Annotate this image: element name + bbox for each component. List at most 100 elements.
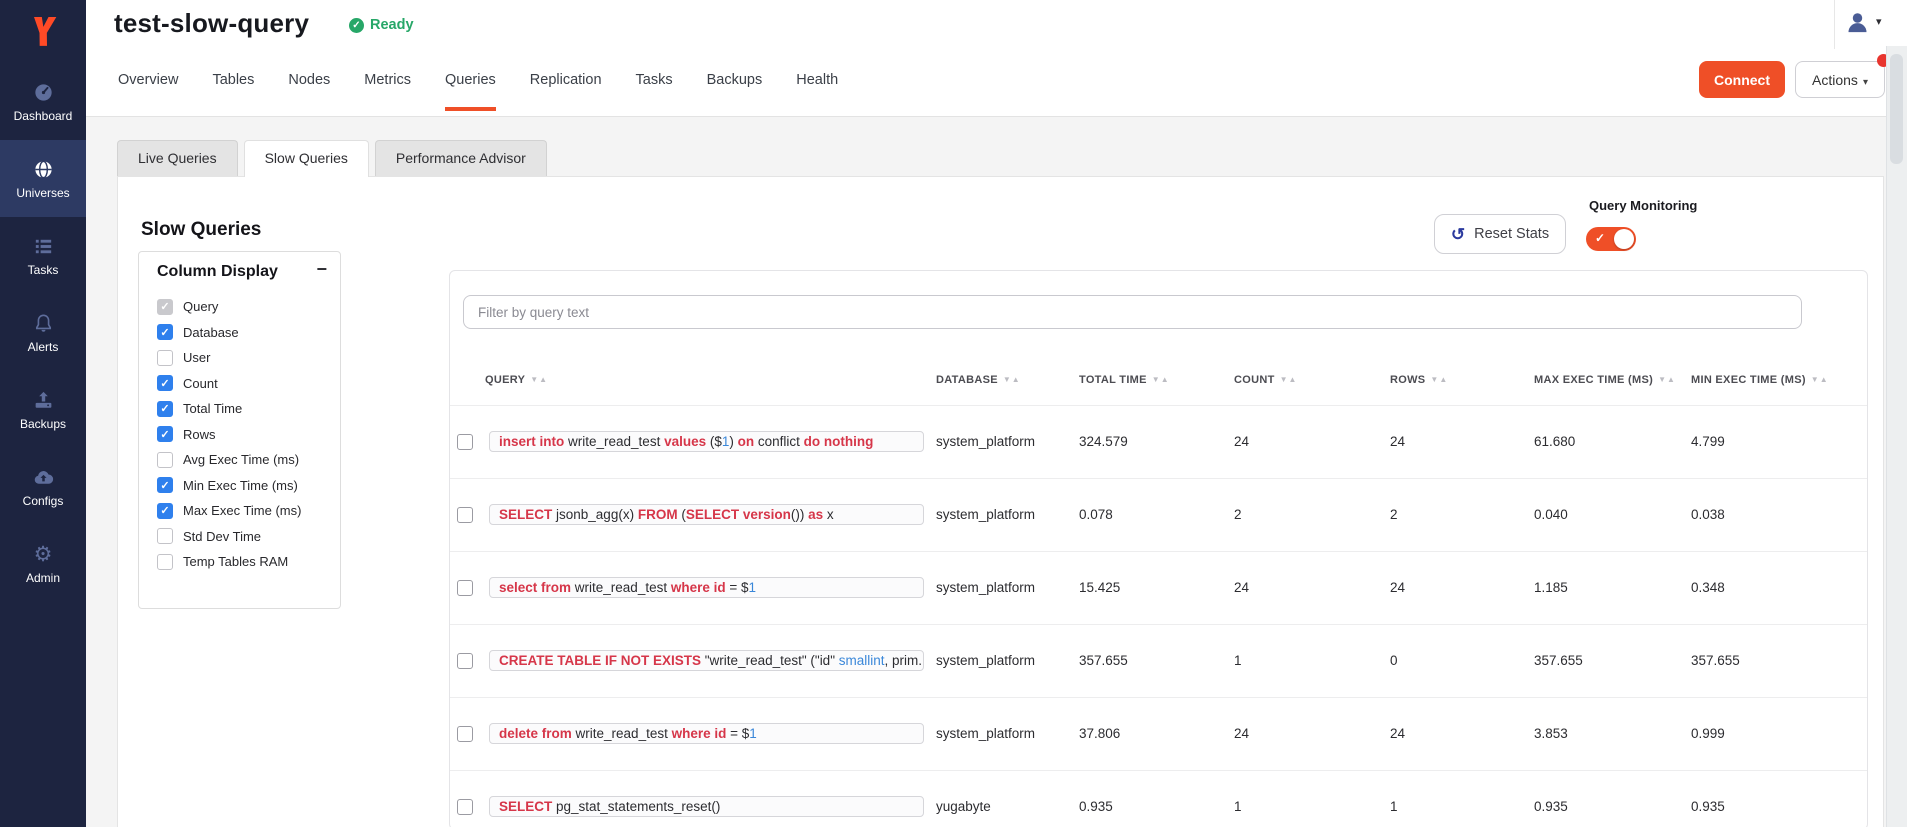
- column-display-title: Column Display: [157, 263, 278, 281]
- check-circle-icon: ✓: [349, 18, 364, 33]
- column-header-label: DATABASE: [936, 374, 998, 386]
- column-option-total-time[interactable]: ✓Total Time: [139, 396, 340, 422]
- column-header-max-exec-time-ms[interactable]: MAX EXEC TIME (MS) ▼▲: [1532, 355, 1689, 405]
- actions-button[interactable]: Actions▾: [1795, 61, 1885, 98]
- sort-arrows-icon[interactable]: ▼▲: [1658, 375, 1676, 384]
- cell-rows: 24: [1388, 405, 1532, 478]
- query-text-box[interactable]: select from write_read_test where id = $…: [489, 577, 924, 598]
- tab-tables[interactable]: Tables: [195, 58, 271, 117]
- table-row: delete from write_read_test where id = $…: [450, 697, 1867, 770]
- column-option-temp-tables-ram[interactable]: Temp Tables RAM: [139, 549, 340, 575]
- query-text-box[interactable]: SELECT jsonb_agg(x) FROM (SELECT version…: [489, 504, 924, 525]
- scrollbar-thumb[interactable]: [1890, 54, 1903, 164]
- tab-queries[interactable]: Queries: [428, 58, 513, 117]
- sidebar-item-universes[interactable]: Universes: [0, 140, 86, 217]
- cell-rows: 2: [1388, 478, 1532, 551]
- row-checkbox[interactable]: [457, 434, 473, 450]
- subtab-live-queries[interactable]: Live Queries: [117, 140, 238, 176]
- sidebar-item-dashboard[interactable]: Dashboard: [0, 63, 86, 140]
- row-checkbox[interactable]: [457, 653, 473, 669]
- column-header-total-time[interactable]: TOTAL TIME▼▲: [1077, 355, 1232, 405]
- checkbox-database[interactable]: ✓: [157, 324, 173, 340]
- sidebar-item-alerts[interactable]: Alerts: [0, 294, 86, 371]
- cell-count: 1: [1232, 770, 1388, 827]
- checkbox-max-exec-time-ms[interactable]: ✓: [157, 503, 173, 519]
- query-monitoring-toggle[interactable]: ✓: [1586, 227, 1636, 251]
- column-header-database[interactable]: DATABASE ▼▲: [934, 355, 1077, 405]
- sort-arrows-icon[interactable]: ▼▲: [1811, 375, 1829, 384]
- checkbox-rows[interactable]: ✓: [157, 426, 173, 442]
- column-option-min-exec-time-ms[interactable]: ✓Min Exec Time (ms): [139, 473, 340, 499]
- column-option-avg-exec-time-ms[interactable]: Avg Exec Time (ms): [139, 447, 340, 473]
- checkbox-std-dev-time[interactable]: [157, 528, 173, 544]
- query-text-box[interactable]: SELECT pg_stat_statements_reset(): [489, 796, 924, 817]
- column-header-label: MAX EXEC TIME (MS): [1534, 374, 1653, 386]
- sort-arrows-icon[interactable]: ▼▲: [1430, 375, 1448, 384]
- query-text-box[interactable]: CREATE TABLE IF NOT EXISTS "write_read_t…: [489, 650, 924, 671]
- row-checkbox[interactable]: [457, 726, 473, 742]
- subtab-performance-advisor[interactable]: Performance Advisor: [375, 140, 547, 176]
- checkbox-total-time[interactable]: ✓: [157, 401, 173, 417]
- tab-overview[interactable]: Overview: [101, 58, 195, 117]
- sort-arrows-icon[interactable]: ▼▲: [530, 375, 548, 384]
- yugabyte-logo-icon[interactable]: [0, 0, 86, 63]
- column-option-max-exec-time-ms[interactable]: ✓Max Exec Time (ms): [139, 498, 340, 524]
- checkbox-user[interactable]: [157, 350, 173, 366]
- tab-tasks[interactable]: Tasks: [619, 58, 690, 117]
- upload-icon: [31, 388, 55, 412]
- sidebar-item-label: Admin: [26, 571, 60, 585]
- column-option-query[interactable]: ✓Query: [139, 294, 340, 320]
- sort-arrows-icon[interactable]: ▼▲: [1003, 375, 1021, 384]
- row-checkbox-cell: [450, 405, 480, 478]
- tab-replication[interactable]: Replication: [513, 58, 619, 117]
- reset-stats-button[interactable]: ↺ Reset Stats: [1434, 214, 1566, 254]
- subtab-slow-queries[interactable]: Slow Queries: [244, 140, 369, 177]
- cell-rows: 1: [1388, 770, 1532, 827]
- chevron-down-icon[interactable]: ▾: [1876, 15, 1882, 28]
- column-option-rows[interactable]: ✓Rows: [139, 422, 340, 448]
- column-header-label: ROWS: [1390, 374, 1425, 386]
- sidebar-item-configs[interactable]: Configs: [0, 448, 86, 525]
- sidebar-item-admin[interactable]: ⚙Admin: [0, 525, 86, 602]
- list-icon: [31, 234, 55, 258]
- row-checkbox[interactable]: [457, 799, 473, 815]
- cell-total_time: 0.935: [1077, 770, 1232, 827]
- minus-icon[interactable]: −: [316, 259, 327, 280]
- column-option-count[interactable]: ✓Count: [139, 371, 340, 397]
- tab-metrics[interactable]: Metrics: [347, 58, 428, 117]
- row-checkbox[interactable]: [457, 580, 473, 596]
- checkbox-count[interactable]: ✓: [157, 375, 173, 391]
- cell-count: 2: [1232, 478, 1388, 551]
- column-header-rows[interactable]: ROWS ▼▲: [1388, 355, 1532, 405]
- checkbox-min-exec-time-ms[interactable]: ✓: [157, 477, 173, 493]
- table-row: CREATE TABLE IF NOT EXISTS "write_read_t…: [450, 624, 1867, 697]
- column-option-label: Std Dev Time: [183, 529, 261, 544]
- query-filter-input[interactable]: [463, 295, 1802, 329]
- table-row: select from write_read_test where id = $…: [450, 551, 1867, 624]
- query-text-box[interactable]: insert into write_read_test values ($1) …: [489, 431, 924, 452]
- column-header-count[interactable]: COUNT▼▲: [1232, 355, 1388, 405]
- checkbox-avg-exec-time-ms[interactable]: [157, 452, 173, 468]
- query-text-box[interactable]: delete from write_read_test where id = $…: [489, 723, 924, 744]
- sidebar-item-tasks[interactable]: Tasks: [0, 217, 86, 294]
- user-avatar-icon[interactable]: [1844, 9, 1871, 36]
- tab-backups[interactable]: Backups: [690, 58, 780, 117]
- cell-database: system_platform: [934, 405, 1077, 478]
- table-row: SELECT jsonb_agg(x) FROM (SELECT version…: [450, 478, 1867, 551]
- tab-health[interactable]: Health: [779, 58, 855, 117]
- sort-arrows-icon[interactable]: ▼▲: [1280, 375, 1298, 384]
- cell-min_exec_time_ms: 0.038: [1689, 478, 1867, 551]
- column-option-database[interactable]: ✓Database: [139, 320, 340, 346]
- row-checkbox[interactable]: [457, 507, 473, 523]
- column-header-min-exec-time-ms[interactable]: MIN EXEC TIME (MS)▼▲: [1689, 355, 1867, 405]
- page-scrollbar[interactable]: [1886, 46, 1907, 827]
- column-header-query[interactable]: QUERY▼▲: [480, 355, 934, 405]
- sidebar-nav: DashboardUniversesTasksAlertsBackupsConf…: [0, 63, 86, 602]
- sort-arrows-icon[interactable]: ▼▲: [1152, 375, 1170, 384]
- tab-nodes[interactable]: Nodes: [271, 58, 347, 117]
- connect-button[interactable]: Connect: [1699, 61, 1785, 98]
- column-option-user[interactable]: User: [139, 345, 340, 371]
- checkbox-temp-tables-ram[interactable]: [157, 554, 173, 570]
- column-option-std-dev-time[interactable]: Std Dev Time: [139, 524, 340, 550]
- sidebar-item-backups[interactable]: Backups: [0, 371, 86, 448]
